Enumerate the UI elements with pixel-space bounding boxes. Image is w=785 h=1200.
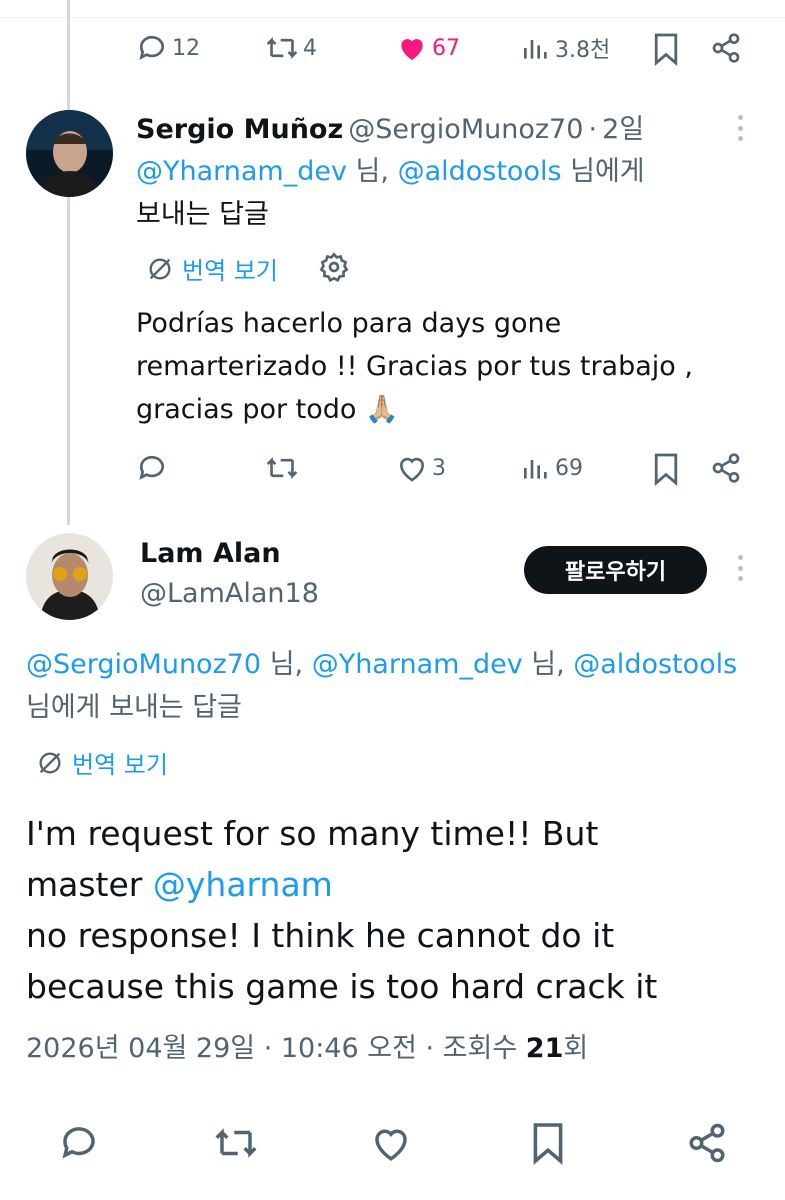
reply-action[interactable]: 12 xyxy=(136,32,200,64)
retweet-icon xyxy=(215,1128,257,1158)
mention-link[interactable]: @Yharnam_dev xyxy=(312,649,523,680)
translate-button[interactable]: 번역 보기 xyxy=(146,251,278,286)
share-action[interactable] xyxy=(710,452,742,484)
thread-connector-line xyxy=(67,0,70,525)
translate-button[interactable]: 번역 보기 xyxy=(36,745,168,780)
mention-link[interactable]: @aldostools xyxy=(398,156,562,187)
like-count: 67 xyxy=(432,35,460,61)
views-icon xyxy=(524,460,547,479)
share-icon xyxy=(712,453,740,483)
translate-icon xyxy=(149,258,171,279)
retweet-icon xyxy=(266,456,298,480)
like-action[interactable] xyxy=(370,1122,412,1164)
bookmark-action[interactable] xyxy=(652,32,680,66)
retweet-action[interactable]: 4 xyxy=(265,32,317,64)
reply-sep: 님, xyxy=(522,649,574,680)
view-count: 21 xyxy=(525,1033,564,1064)
like-action[interactable]: 3 xyxy=(396,452,446,484)
views-action[interactable]: 69 xyxy=(521,452,583,484)
mention-link[interactable]: @aldostools xyxy=(573,649,737,680)
text-line: because this game is too hard crack it xyxy=(26,967,658,1006)
share-icon xyxy=(712,33,740,63)
views-icon xyxy=(524,40,547,59)
reply-context: @Yharnam_dev 님, @aldostools 님에게 보내는 답글 xyxy=(136,150,736,236)
mention-link[interactable]: @yharnam xyxy=(153,865,333,904)
like-count: 3 xyxy=(432,455,446,481)
mention-link[interactable]: @SergioMunoz70 xyxy=(26,649,261,680)
author-name[interactable]: Sergio Muñoz xyxy=(136,114,343,145)
translate-label: 번역 보기 xyxy=(182,257,278,285)
heart-icon xyxy=(400,457,424,482)
translate-label: 번역 보기 xyxy=(72,751,168,779)
reply-icon xyxy=(139,455,164,480)
reply-suffix: 님, xyxy=(346,156,389,187)
post-meta: 2026년 04월 29일 · 10:46 오전 · 조회수 21회 xyxy=(26,1026,588,1065)
view-suffix: 회 xyxy=(563,1033,589,1064)
gear-icon xyxy=(319,252,349,282)
reply-suffix: 님에게 xyxy=(561,156,645,187)
reply-context-line2: 보내는 답글 xyxy=(136,199,269,230)
reply1-header: Sergio Muñoz @SergioMunoz70 · 2일 xyxy=(136,107,644,146)
separator-dot: · xyxy=(588,114,598,145)
reply-context: @SergioMunoz70 님, @Yharnam_dev 님, @aldos… xyxy=(26,643,785,729)
translate-icon xyxy=(39,752,61,773)
text-line: Podrías hacerlo para days gone xyxy=(136,308,562,339)
post-time[interactable]: 2일 xyxy=(602,114,644,145)
follow-button[interactable]: 팔로우하기 xyxy=(524,546,707,594)
retweet-action[interactable] xyxy=(213,1122,259,1164)
more-icon[interactable] xyxy=(738,115,744,141)
mention-link[interactable]: @Yharnam_dev xyxy=(136,156,347,187)
more-icon[interactable] xyxy=(738,555,744,581)
bookmark-icon xyxy=(654,33,678,66)
reply-context-line2: 님에게 보내는 답글 xyxy=(26,692,242,723)
share-icon xyxy=(689,1123,725,1163)
reply-sep: 님, xyxy=(261,649,312,680)
retweet-icon xyxy=(266,36,298,60)
text-line: I'm request for so many time!! But xyxy=(26,814,599,853)
bookmark-action[interactable] xyxy=(652,452,680,486)
retweet-count: 4 xyxy=(303,35,317,61)
bookmark-icon xyxy=(533,1123,563,1165)
reply-icon xyxy=(62,1127,95,1159)
author-handle[interactable]: @LamAlan18 xyxy=(140,578,319,609)
heart-icon xyxy=(375,1129,407,1161)
bookmark-action[interactable] xyxy=(530,1120,566,1166)
author-name[interactable]: Lam Alan xyxy=(140,538,281,569)
heart-filled-icon xyxy=(401,39,423,60)
reply-action[interactable] xyxy=(136,452,168,484)
share-action[interactable] xyxy=(710,32,742,64)
avatar-lam-alan[interactable] xyxy=(26,533,113,620)
top-divider xyxy=(0,0,785,18)
like-action[interactable]: 67 xyxy=(396,32,460,64)
text-line: no response! I think he cannot do it xyxy=(26,916,615,955)
retweet-action[interactable] xyxy=(265,452,299,484)
reply-action[interactable] xyxy=(58,1122,100,1164)
bookmark-icon xyxy=(654,453,678,486)
reply-icon xyxy=(139,35,164,60)
reply1-text: Podrías hacerlo para days gone remarteri… xyxy=(136,302,776,431)
settings-button[interactable] xyxy=(318,251,350,287)
text-line: master xyxy=(26,865,153,904)
timestamp[interactable]: 2026년 04월 29일 · 10:46 오전 · 조회수 xyxy=(26,1033,526,1064)
reply2-text: I'm request for so many time!! But maste… xyxy=(26,808,776,1012)
views-action[interactable]: 3.8천 xyxy=(521,32,610,64)
reply-count: 12 xyxy=(172,35,200,61)
views-count: 3.8천 xyxy=(555,38,611,63)
text-line: remarterizado !! Gracias por tus trabajo… xyxy=(136,351,693,382)
share-action[interactable] xyxy=(686,1122,728,1164)
avatar-sergio[interactable] xyxy=(26,110,113,197)
views-count: 69 xyxy=(555,455,583,481)
text-line: gracias por todo 🙏🏼 xyxy=(136,394,399,425)
author-handle[interactable]: @SergioMunoz70 xyxy=(348,114,583,145)
